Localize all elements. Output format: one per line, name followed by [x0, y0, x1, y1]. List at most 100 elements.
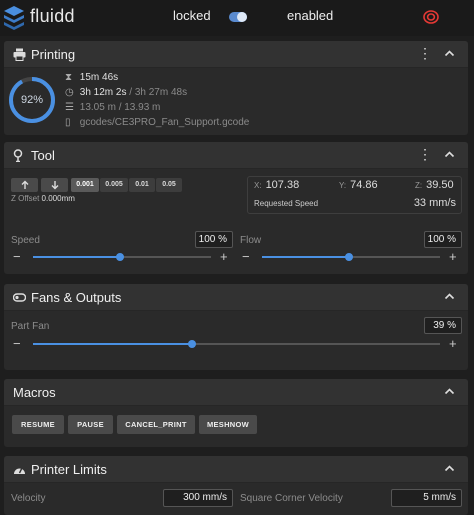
z-offset: Z Offset 0.000mm [11, 194, 75, 203]
x-label: X: [254, 181, 262, 190]
x-position: X: 107.38 [254, 179, 299, 191]
macro-resume-button[interactable]: RESUME [12, 415, 64, 434]
flow-label: Flow [240, 235, 262, 246]
printing-title: Printing [31, 47, 76, 62]
y-position: Y: 74.86 [339, 179, 378, 191]
part-fan-minus-button[interactable]: − [13, 337, 21, 350]
limits-title: Printer Limits [31, 462, 107, 477]
printing-card: Printing ⋮ 92% ⧗ 15m 46s ◷ 3h 12m 2s / 3… [4, 41, 468, 135]
fans-header[interactable]: Fans & Outputs [4, 284, 468, 311]
hourglass-icon: ⧗ [65, 72, 73, 83]
speedometer-icon [14, 467, 25, 474]
z-value: 39.50 [426, 179, 454, 191]
printing-header[interactable]: Printing ⋮ [4, 41, 468, 68]
top-app-bar: fluidd locked enabled [0, 0, 474, 36]
remaining-time: 3h 12m 2s [79, 87, 127, 98]
requested-speed-value: 33 mm/s [413, 197, 456, 209]
nozzle-icon [13, 149, 23, 162]
locked-label: locked [173, 8, 211, 23]
part-fan-slider[interactable] [33, 340, 440, 348]
part-fan-slider-thumb[interactable] [187, 340, 196, 348]
flow-input[interactable]: 100 % [424, 231, 462, 248]
flow-plus-button[interactable]: + [449, 250, 457, 263]
z-position: Z: 39.50 [415, 179, 454, 191]
y-value: 74.86 [350, 179, 378, 191]
z-step-001[interactable]: 0.01 [129, 178, 155, 192]
z-label: Z: [415, 181, 423, 190]
speed-plus-button[interactable]: + [220, 250, 228, 263]
z-offset-label: Z Offset [11, 194, 40, 203]
part-fan-slider-fill [33, 343, 192, 345]
z-step-0005[interactable]: 0.005 [100, 178, 128, 192]
z-up-button[interactable] [11, 178, 38, 192]
toggle-knob [237, 12, 247, 22]
enabled-label: enabled [287, 8, 334, 23]
file-name: gcodes/CE3PRO_Fan_Support.gcode [79, 117, 250, 128]
macro-cancel-print-button[interactable]: CANCEL_PRINT [117, 415, 195, 434]
speed-slider-fill [33, 256, 121, 258]
speed-input[interactable]: 100 % [195, 231, 233, 248]
progress-percent: 92% [20, 94, 44, 106]
speed-minus-button[interactable]: − [13, 250, 21, 263]
elapsed-row: ⧗ 15m 46s [65, 72, 118, 83]
lock-toggle[interactable] [229, 12, 247, 22]
part-fan-input[interactable]: 39 % [424, 317, 462, 334]
speed-slider-thumb[interactable] [116, 253, 125, 261]
fans-title: Fans & Outputs [31, 290, 122, 305]
tool-card: Tool ⋮ 0.001 0.005 0.01 0.05 Z Offset 0.… [4, 142, 468, 274]
z-step-005[interactable]: 0.05 [156, 178, 182, 192]
chevron-up-icon[interactable] [444, 149, 455, 160]
y-label: Y: [339, 181, 347, 190]
part-fan-label: Part Fan [11, 321, 50, 332]
printing-menu-icon[interactable]: ⋮ [418, 46, 432, 60]
brand-name: fluidd [30, 6, 75, 26]
arrow-up-icon [21, 180, 28, 189]
macro-meshnow-button[interactable]: MESHNOW [199, 415, 257, 434]
fluidd-logo-icon[interactable] [4, 6, 24, 30]
requested-speed-label: Requested Speed [254, 199, 319, 208]
filament-row: ☰ 13.05 m / 13.93 m [65, 102, 160, 113]
elapsed-time: 15m 46s [79, 72, 119, 83]
flow-slider-thumb[interactable] [345, 253, 354, 261]
flow-slider-fill [262, 256, 350, 258]
z-down-button[interactable] [41, 178, 68, 192]
square-corner-velocity-input[interactable]: 5 mm/s [391, 489, 462, 507]
speed-label: Speed [11, 235, 40, 246]
clock-icon: ◷ [65, 87, 74, 98]
remaining-row: ◷ 3h 12m 2s / 3h 27m 48s [65, 87, 187, 98]
fan-icon [13, 293, 26, 302]
x-value: 107.38 [265, 179, 300, 191]
macros-card: Macros RESUME PAUSE CANCEL_PRINT MESHNOW [4, 379, 468, 447]
limits-header[interactable]: Printer Limits [4, 456, 468, 483]
file-icon: ▯ [65, 117, 71, 128]
emergency-stop-icon[interactable] [423, 10, 439, 24]
flow-minus-button[interactable]: − [242, 250, 250, 263]
macros-header[interactable]: Macros [4, 379, 468, 406]
macros-title: Macros [13, 385, 56, 400]
tool-menu-icon[interactable]: ⋮ [418, 147, 432, 161]
position-panel: X: 107.38 Y: 74.86 Z: 39.50 Requested Speed… [247, 176, 462, 214]
z-step-0001[interactable]: 0.001 [71, 178, 99, 192]
square-corner-velocity-label: Square Corner Velocity [240, 493, 343, 504]
chevron-up-icon[interactable] [444, 291, 455, 302]
filament-used: 13.05 m / 13.93 m [79, 102, 161, 113]
velocity-input[interactable]: 300 mm/s [163, 489, 233, 507]
velocity-label: Velocity [11, 493, 46, 504]
filament-icon: ☰ [65, 102, 74, 113]
chevron-up-icon[interactable] [444, 386, 455, 397]
fans-card: Fans & Outputs Part Fan 39 % − + [4, 284, 468, 370]
file-row: ▯ gcodes/CE3PRO_Fan_Support.gcode [65, 117, 249, 128]
chevron-up-icon[interactable] [444, 463, 455, 474]
tool-header[interactable]: Tool ⋮ [4, 142, 468, 169]
chevron-up-icon[interactable] [444, 48, 455, 59]
arrow-down-icon [51, 181, 58, 190]
total-time: / 3h 27m 48s [129, 87, 188, 98]
part-fan-plus-button[interactable]: + [449, 337, 457, 350]
z-offset-value: 0.000mm [41, 194, 75, 203]
macro-pause-button[interactable]: PAUSE [68, 415, 113, 434]
printer-icon [13, 48, 26, 61]
speed-slider[interactable] [33, 253, 211, 261]
limits-card: Printer Limits Velocity 300 mm/s Square … [4, 456, 468, 515]
flow-slider[interactable] [262, 253, 440, 261]
tool-title: Tool [31, 148, 55, 163]
